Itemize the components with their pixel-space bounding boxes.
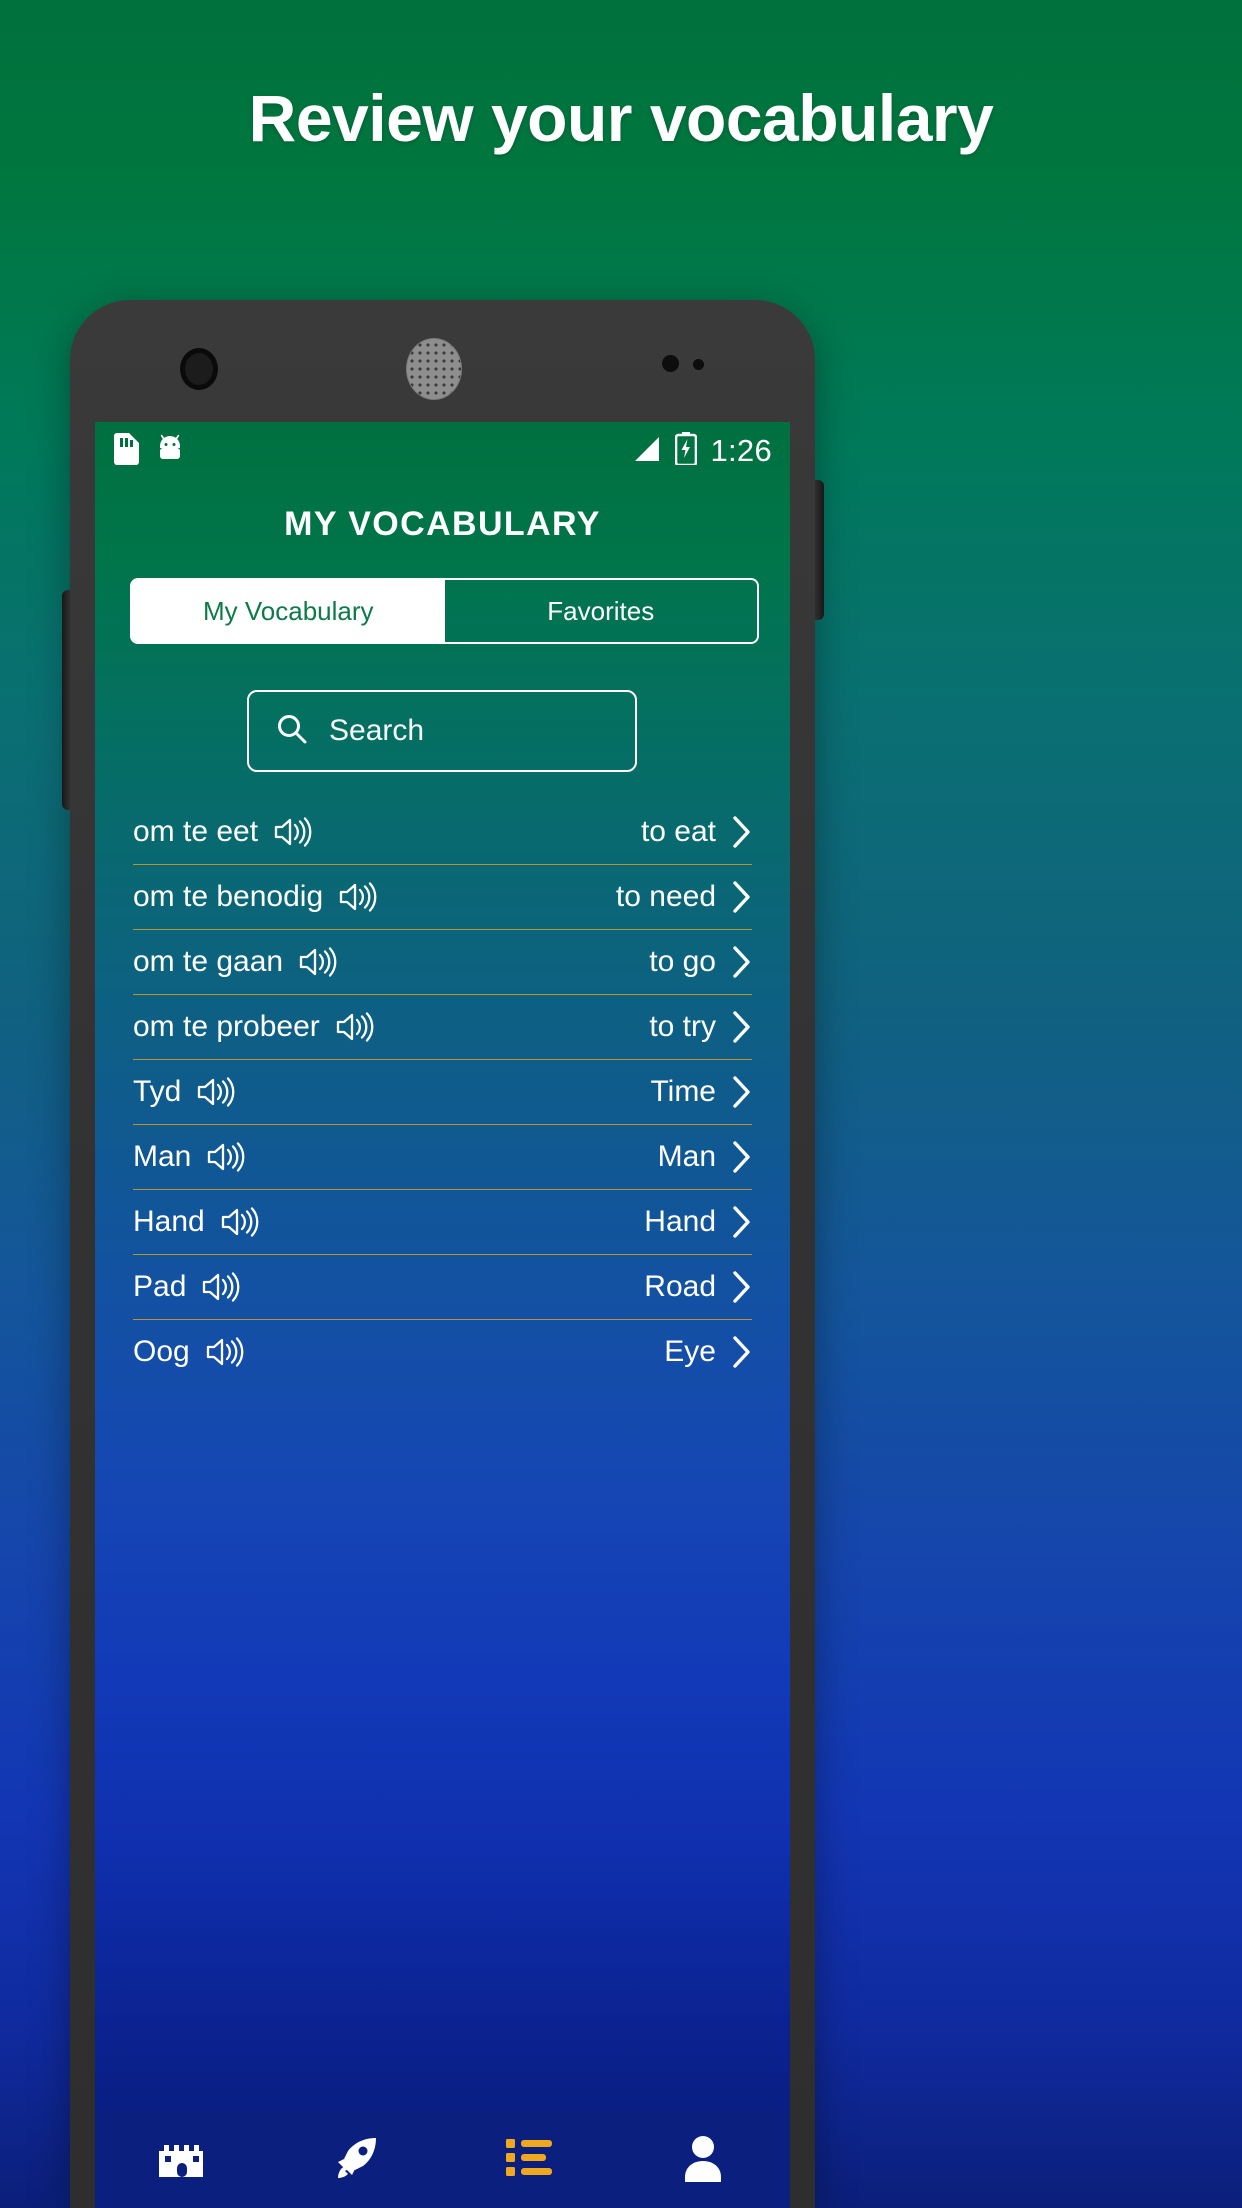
- vocabulary-list: om te eet to eat om te benodig to need o…: [95, 800, 790, 1384]
- castle-icon: [156, 2135, 208, 2186]
- earpiece-speaker-icon: [406, 338, 462, 400]
- vocab-source-word: Man: [133, 1140, 192, 1173]
- chevron-right-icon[interactable]: [730, 1270, 752, 1304]
- app-bar: MY VOCABULARY: [95, 480, 790, 568]
- table-row[interactable]: om te gaan to go: [133, 930, 752, 995]
- page-title: Review your vocabulary: [248, 81, 994, 155]
- vocab-target-word: to need: [615, 880, 716, 913]
- table-row[interactable]: Oog Eye: [133, 1320, 752, 1384]
- chevron-right-icon[interactable]: [730, 880, 752, 914]
- bottom-navigation-bar: [95, 2112, 790, 2208]
- phone-top-bezel: [70, 300, 815, 422]
- tab-favorites[interactable]: Favorites: [445, 580, 758, 642]
- vocab-source-word: om te probeer: [133, 1010, 320, 1043]
- table-row[interactable]: Pad Road: [133, 1255, 752, 1320]
- vocab-target-word: Man: [657, 1140, 716, 1173]
- phone-screen: 1:26 MY VOCABULARY My Vocabulary Favorit…: [95, 422, 790, 2208]
- light-sensor-icon: [693, 359, 704, 370]
- speaker-icon[interactable]: [334, 1011, 374, 1043]
- tab-bar: My Vocabulary Favorites: [130, 578, 759, 644]
- speaker-icon[interactable]: [205, 1141, 245, 1173]
- table-row[interactable]: om te eet to eat: [133, 800, 752, 865]
- speaker-icon[interactable]: [272, 816, 312, 848]
- vocab-source-word: om te eet: [133, 815, 259, 848]
- rocket-icon: [332, 2134, 380, 2187]
- chevron-right-icon[interactable]: [730, 1335, 752, 1369]
- status-bar-clock: 1:26: [710, 433, 772, 468]
- vocab-source-word: Pad: [133, 1270, 187, 1303]
- table-row[interactable]: om te probeer to try: [133, 995, 752, 1060]
- vocab-target-word: Eye: [664, 1335, 716, 1368]
- chevron-right-icon[interactable]: [730, 1075, 752, 1109]
- search-icon: [275, 712, 309, 751]
- chevron-right-icon[interactable]: [730, 1205, 752, 1239]
- vocab-source-word: om te benodig: [133, 880, 324, 913]
- speaker-icon[interactable]: [337, 881, 377, 913]
- nav-item-list[interactable]: [443, 2136, 617, 2185]
- battery-charging-icon: [675, 432, 698, 470]
- vocab-source-word: om te gaan: [133, 945, 284, 978]
- status-bar-right-icons: 1:26: [630, 432, 772, 470]
- vocab-target-word: Road: [644, 1270, 716, 1303]
- phone-mockup: 1:26 MY VOCABULARY My Vocabulary Favorit…: [70, 300, 815, 2208]
- table-row[interactable]: Tyd Time: [133, 1060, 752, 1125]
- signal-strength-icon: [630, 433, 662, 470]
- chevron-right-icon[interactable]: [730, 815, 752, 849]
- nav-item-castle[interactable]: [95, 2135, 269, 2186]
- proximity-sensor-icon: [662, 355, 679, 372]
- nav-item-rocket[interactable]: [269, 2134, 443, 2187]
- speaker-icon[interactable]: [297, 946, 337, 978]
- nav-item-person[interactable]: [616, 2134, 790, 2187]
- tab-my-vocabulary-label: My Vocabulary: [202, 595, 374, 626]
- vocab-target-word: to try: [649, 1010, 716, 1043]
- tab-my-vocabulary[interactable]: My Vocabulary: [132, 580, 445, 642]
- vocab-source-word: Tyd: [133, 1075, 182, 1108]
- tab-favorites-label: Favorites: [547, 595, 655, 626]
- chevron-right-icon[interactable]: [730, 945, 752, 979]
- vocab-target-word: Time: [650, 1075, 716, 1108]
- table-row[interactable]: om te benodig to need: [133, 865, 752, 930]
- vocab-target-word: to go: [649, 945, 716, 978]
- search-placeholder: Search: [329, 714, 425, 747]
- vocab-target-word: to eat: [640, 815, 716, 848]
- speaker-icon[interactable]: [200, 1271, 240, 1303]
- speaker-icon[interactable]: [195, 1076, 235, 1108]
- status-bar-left-icons: [113, 432, 185, 470]
- front-camera-icon: [180, 348, 218, 390]
- status-bar: 1:26: [95, 422, 790, 480]
- person-icon: [681, 2134, 725, 2187]
- table-row[interactable]: Man Man: [133, 1125, 752, 1190]
- sim-card-icon: [113, 432, 139, 470]
- android-robot-icon: [155, 434, 185, 469]
- vocab-source-word: Oog: [133, 1335, 190, 1368]
- search-input[interactable]: Search: [247, 690, 637, 772]
- chevron-right-icon[interactable]: [730, 1010, 752, 1044]
- app-bar-title: MY VOCABULARY: [284, 504, 601, 543]
- chevron-right-icon[interactable]: [730, 1140, 752, 1174]
- list-icon: [504, 2136, 554, 2185]
- speaker-icon[interactable]: [204, 1336, 244, 1368]
- vocab-source-word: Hand: [133, 1205, 205, 1238]
- vocab-target-word: Hand: [644, 1205, 716, 1238]
- table-row[interactable]: Hand Hand: [133, 1190, 752, 1255]
- speaker-icon[interactable]: [219, 1206, 259, 1238]
